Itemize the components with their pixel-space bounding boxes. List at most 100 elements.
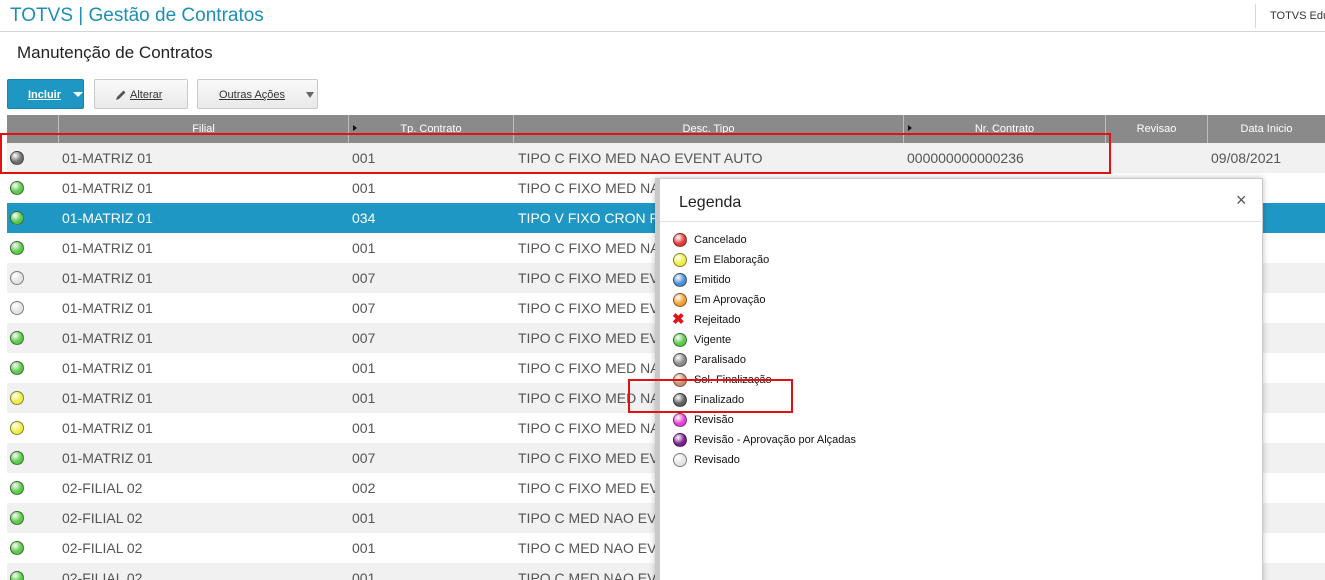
header-tp-contrato-label: Tp. Contrato xyxy=(400,123,462,135)
legend-item-label: Paralisado xyxy=(694,354,746,366)
cell-tp-contrato: 001 xyxy=(352,180,376,196)
status-dot-icon xyxy=(10,391,24,405)
header-tp-contrato[interactable]: Tp. Contrato xyxy=(349,115,514,143)
legend-item-label: Rejeitado xyxy=(694,314,741,326)
legend-title: Legenda xyxy=(679,194,742,211)
cell-filial: 01-MATRIZ 01 xyxy=(62,210,153,226)
cell-filial: 01-MATRIZ 01 xyxy=(62,180,153,196)
cell-filial: 01-MATRIZ 01 xyxy=(62,240,153,256)
orange-ball-icon xyxy=(673,293,687,307)
status-dot-icon xyxy=(10,541,24,555)
legend-item-label: Finalizado xyxy=(694,394,745,406)
legend-item-label: Revisão xyxy=(694,414,734,426)
status-dot-icon xyxy=(10,241,24,255)
cell-tp-contrato: 007 xyxy=(352,300,376,316)
status-dot-icon xyxy=(10,451,24,465)
chevron-down-icon[interactable] xyxy=(306,92,314,98)
status-dot-icon xyxy=(10,421,24,435)
status-dot-icon xyxy=(10,481,24,495)
cell-tp-contrato: 001 xyxy=(352,420,376,436)
legend-item-label: Sol. Finalização xyxy=(694,374,772,386)
white-ball-icon xyxy=(673,453,687,467)
status-dot-icon xyxy=(10,571,24,580)
status-dot-icon xyxy=(10,511,24,525)
divider xyxy=(660,221,1263,222)
status-dot-icon xyxy=(10,301,24,315)
chevron-down-icon[interactable] xyxy=(73,92,83,97)
cell-tp-contrato: 001 xyxy=(352,150,376,166)
status-dot-icon xyxy=(10,181,24,195)
cell-nr-contrato: 000000000000236 xyxy=(907,150,1024,166)
table-row[interactable]: 01-MATRIZ 01 001 TIPO C FIXO MED NAO EVENT… xyxy=(7,143,1325,173)
alterar-button[interactable]: Alterar xyxy=(94,79,188,109)
cell-tp-contrato: 001 xyxy=(352,360,376,376)
user-name[interactable]: TOTVS Educ xyxy=(1255,4,1325,28)
header-data-inicio[interactable]: Data Inicio xyxy=(1208,115,1325,143)
cell-tp-contrato: 001 xyxy=(352,540,376,556)
legend-item-label: Em Elaboração xyxy=(694,254,770,266)
cell-filial: 02-FILIAL 02 xyxy=(62,480,143,496)
cell-tp-contrato: 001 xyxy=(352,390,376,406)
green-ball-icon xyxy=(673,333,687,347)
header-desc-tipo[interactable]: Desc. Tipo xyxy=(514,115,904,143)
cell-tp-contrato: 007 xyxy=(352,450,376,466)
incluir-button[interactable]: Incluir xyxy=(7,79,84,109)
app-title: TOTVS | Gestão de Contratos xyxy=(10,5,264,26)
cell-data-inicio: 09/08/2021 xyxy=(1211,150,1282,166)
status-dot-icon xyxy=(10,271,24,285)
top-bar: TOTVS | Gestão de Contratos TOTVS Educ xyxy=(0,0,1325,32)
page-title: Manutenção de Contratos xyxy=(17,43,213,62)
yellow-ball-icon xyxy=(673,253,687,267)
cell-filial: 02-FILIAL 02 xyxy=(62,540,143,556)
gray-ball-icon xyxy=(673,353,687,367)
legend-item-label: Em Aprovação xyxy=(694,294,766,306)
header-filial[interactable]: Filial xyxy=(59,115,349,143)
cell-filial: 01-MATRIZ 01 xyxy=(62,150,153,166)
status-dot-icon xyxy=(10,151,24,165)
brown-ball-icon xyxy=(673,373,687,387)
cell-filial: 02-FILIAL 02 xyxy=(62,510,143,526)
sort-arrow-icon xyxy=(908,125,912,131)
legend-item-label: Vigente xyxy=(694,334,732,346)
cell-filial: 01-MATRIZ 01 xyxy=(62,450,153,466)
cell-tp-contrato: 007 xyxy=(352,330,376,346)
cell-filial: 01-MATRIZ 01 xyxy=(62,300,153,316)
grid-header: Filial Tp. Contrato Desc. Tipo Nr. Contr… xyxy=(7,115,1325,143)
cell-filial: 01-MATRIZ 01 xyxy=(62,420,153,436)
purple-ball-icon xyxy=(673,433,687,447)
x-mark-icon: ✖ xyxy=(672,311,685,328)
legend-item-label: Revisado xyxy=(694,454,740,466)
sort-arrow-icon xyxy=(353,125,357,131)
pencil-icon xyxy=(116,90,126,100)
outras-acoes-button[interactable]: Outras Ações xyxy=(197,79,318,109)
cell-filial: 01-MATRIZ 01 xyxy=(62,330,153,346)
cell-tp-contrato: 002 xyxy=(352,480,376,496)
cell-filial: 01-MATRIZ 01 xyxy=(62,270,153,286)
status-dot-icon xyxy=(10,211,24,225)
cell-filial: 01-MATRIZ 01 xyxy=(62,390,153,406)
close-icon[interactable]: × xyxy=(1236,190,1247,210)
legend-dialog: Legenda × Cancelado Em Elaboração Emitido E… xyxy=(655,178,1263,580)
cell-tp-contrato: 034 xyxy=(352,210,376,226)
header-revisao[interactable]: Revisao xyxy=(1106,115,1208,143)
pink-ball-icon xyxy=(673,413,687,427)
legend-item-label: Revisão - Aprovação por Alçadas xyxy=(694,434,857,446)
red-ball-icon xyxy=(673,233,687,247)
incluir-label: Incluir xyxy=(28,89,62,101)
header-nr-contrato[interactable]: Nr. Contrato xyxy=(904,115,1106,143)
status-dot-icon xyxy=(10,361,24,375)
dark-gray-ball-icon xyxy=(673,393,687,407)
alterar-label: Alterar xyxy=(130,89,163,101)
blue-ball-icon xyxy=(673,273,687,287)
legend-item-label: Emitido xyxy=(694,274,731,286)
header-status[interactable] xyxy=(7,115,59,143)
cell-desc-tipo: TIPO C FIXO MED NAO EVENT AUTO xyxy=(518,150,763,166)
header-nr-contrato-label: Nr. Contrato xyxy=(974,123,1035,135)
cell-tp-contrato: 007 xyxy=(352,270,376,286)
status-dot-icon xyxy=(10,331,24,345)
outras-acoes-label: Outras Ações xyxy=(219,89,286,101)
legend-item-label: Cancelado xyxy=(694,234,747,246)
cell-filial: 01-MATRIZ 01 xyxy=(62,360,153,376)
cell-tp-contrato: 001 xyxy=(352,570,376,580)
cell-filial: 02-FILIAL 02 xyxy=(62,570,143,580)
